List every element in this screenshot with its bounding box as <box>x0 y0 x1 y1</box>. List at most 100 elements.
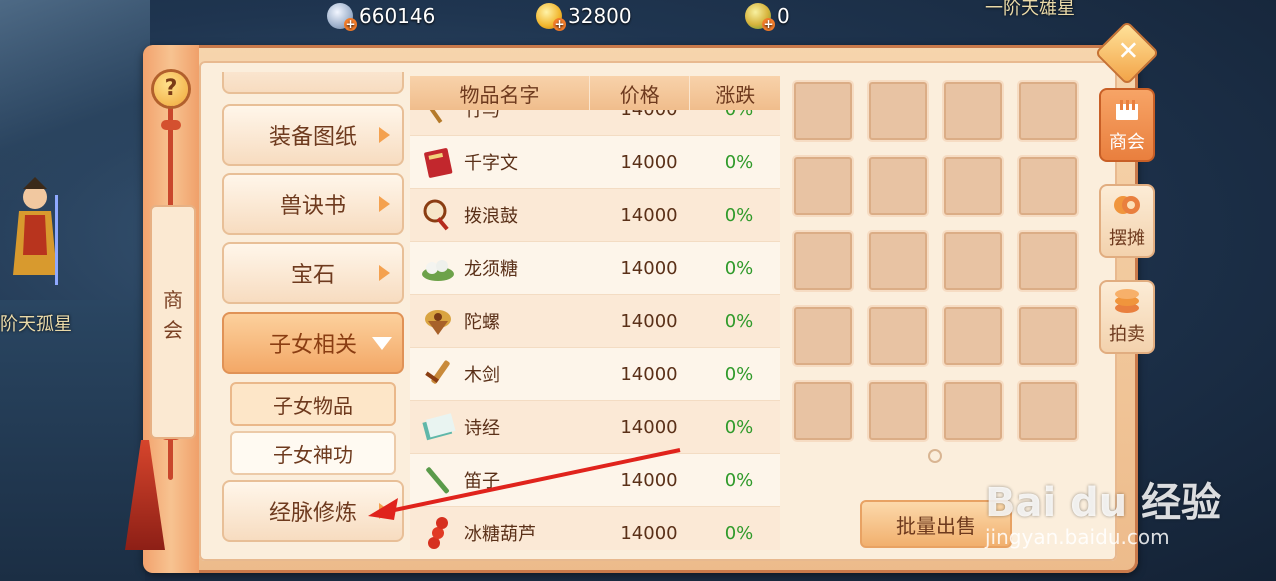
table-header: 物品名字 价格 涨跌 <box>410 76 780 110</box>
gold-currency[interactable]: + 32800 <box>536 2 632 31</box>
inventory-grid[interactable] <box>792 80 1082 445</box>
inventory-slot[interactable] <box>942 155 1004 217</box>
inventory-slot[interactable] <box>942 380 1004 442</box>
table-row[interactable]: 笛子 14000 0% <box>410 454 780 507</box>
silver-coin-icon: + <box>327 3 357 31</box>
category-beast-books[interactable]: 兽诀书 <box>222 173 404 235</box>
inventory-slot[interactable] <box>867 305 929 367</box>
inventory-slot[interactable] <box>1017 380 1079 442</box>
inventory-slot[interactable] <box>867 155 929 217</box>
background-roof <box>0 0 150 200</box>
rattle-drum-icon <box>418 195 458 235</box>
inventory-slot[interactable] <box>1017 230 1079 292</box>
item-name: 冰糖葫芦 <box>464 524 536 545</box>
gold-amount: 32800 <box>568 4 632 28</box>
inventory-slot[interactable] <box>792 155 854 217</box>
inventory-slot[interactable] <box>792 230 854 292</box>
table-row[interactable]: 冰糖葫芦 14000 0% <box>410 507 780 550</box>
column-header-name: 物品名字 <box>410 76 591 110</box>
tab-stall[interactable]: 摆摊 <box>1099 184 1155 258</box>
inventory-slot[interactable] <box>1017 155 1079 217</box>
book-icon <box>418 142 458 182</box>
tab-label: 商会 <box>1109 132 1145 153</box>
item-price: 14000 <box>620 151 678 173</box>
inventory-slot[interactable] <box>942 80 1004 142</box>
add-icon[interactable]: + <box>344 18 357 31</box>
tab-label: 拍卖 <box>1109 324 1145 345</box>
subcategory-label: 子女物品 <box>273 393 353 418</box>
chevron-right-icon <box>379 196 390 212</box>
item-table[interactable]: 物品名字 价格 涨跌 竹马 14000 0% 千字文 14000 0% 拨浪鼓 … <box>410 76 780 550</box>
tab-auction[interactable]: 拍卖 <box>1099 280 1155 354</box>
silver-amount: 660146 <box>359 4 436 28</box>
scroll-book-icon <box>418 407 458 447</box>
inventory-slot[interactable] <box>792 380 854 442</box>
page-indicator[interactable] <box>928 449 942 463</box>
inventory-slot[interactable] <box>942 305 1004 367</box>
inventory-slot[interactable] <box>942 230 1004 292</box>
category-label: 经脉修炼 <box>268 501 357 526</box>
item-price: 14000 <box>620 416 678 438</box>
wooden-sword-icon <box>418 354 458 394</box>
scroll-tab-char-2: 会 <box>163 318 183 342</box>
inventory-slot[interactable] <box>867 80 929 142</box>
table-row[interactable]: 诗经 14000 0% <box>410 401 780 454</box>
map-label-top: 一阶天雄星 <box>985 0 1075 19</box>
inventory-slot[interactable] <box>867 380 929 442</box>
category-label: 装备图纸 <box>268 125 357 150</box>
flute-icon <box>418 460 458 500</box>
background-tower <box>0 300 145 581</box>
category-meridian-training[interactable]: 经脉修炼 <box>222 480 404 542</box>
category-children[interactable]: 子女相关 <box>222 312 404 374</box>
item-change: 0% <box>724 416 754 438</box>
category-label: 兽诀书 <box>279 194 346 219</box>
item-change: 0% <box>724 257 754 279</box>
category-gems[interactable]: 宝石 <box>222 242 404 304</box>
inventory-slot[interactable] <box>1017 80 1079 142</box>
inventory-slot[interactable] <box>867 230 929 292</box>
candied-haws-icon <box>418 513 458 550</box>
item-price: 14000 <box>620 310 678 332</box>
stall-icon <box>1114 196 1140 214</box>
item-name: 千字文 <box>464 153 518 174</box>
rope-knot <box>161 120 181 130</box>
add-icon[interactable]: + <box>553 18 566 31</box>
chevron-right-icon <box>379 127 390 143</box>
auction-icon <box>1115 289 1139 313</box>
subcategory-label: 子女神功 <box>273 442 353 467</box>
jade-currency[interactable]: + 0 <box>745 2 790 31</box>
category-equipment-drawings[interactable]: 装备图纸 <box>222 104 404 166</box>
inventory-slot[interactable] <box>792 305 854 367</box>
item-name: 陀螺 <box>464 312 500 333</box>
category-list[interactable]: 装备图纸 兽诀书 宝石 子女相关 子女物品 子女神功 经脉修炼 <box>220 72 406 550</box>
item-change: 0% <box>724 151 754 173</box>
subcategory-children-skills[interactable]: 子女神功 <box>230 431 396 475</box>
table-row[interactable]: 陀螺 14000 0% <box>410 295 780 348</box>
table-row[interactable]: 千字文 14000 0% <box>410 136 780 189</box>
subcategory-children-items[interactable]: 子女物品 <box>230 382 396 426</box>
item-price: 14000 <box>620 204 678 226</box>
npc-character <box>13 177 58 285</box>
scroll-tab-char-1: 商 <box>163 288 183 312</box>
item-change: 0% <box>724 204 754 226</box>
jade-coin-icon: + <box>745 3 775 31</box>
spinning-top-icon <box>418 301 458 341</box>
add-icon[interactable]: + <box>762 18 775 31</box>
chevron-right-icon <box>379 265 390 281</box>
jade-amount: 0 <box>777 4 790 28</box>
item-price: 14000 <box>620 522 678 544</box>
table-row[interactable]: 木剑 14000 0% <box>410 348 780 401</box>
tab-shop[interactable]: 商会 <box>1099 88 1155 162</box>
item-price: 14000 <box>620 469 678 491</box>
silver-currency[interactable]: + 660146 <box>327 2 436 31</box>
category-label: 子女相关 <box>268 333 357 358</box>
inventory-slot[interactable] <box>792 80 854 142</box>
column-header-price: 价格 <box>590 76 691 110</box>
category-label: 宝石 <box>290 263 335 288</box>
table-row[interactable]: 拨浪鼓 14000 0% <box>410 189 780 242</box>
category-button-partial[interactable] <box>222 72 404 94</box>
item-change: 0% <box>724 469 754 491</box>
table-row[interactable]: 龙须糖 14000 0% <box>410 242 780 295</box>
inventory-slot[interactable] <box>1017 305 1079 367</box>
help-button[interactable]: ? <box>154 72 188 106</box>
